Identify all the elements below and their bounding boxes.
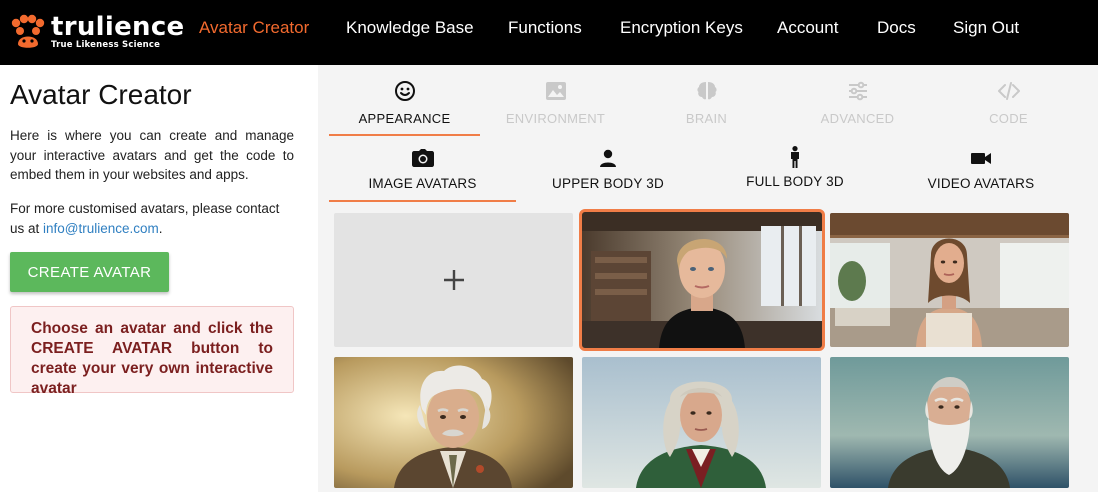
create-avatar-button[interactable]: CREATE AVATAR (10, 252, 169, 292)
tab-video-avatars[interactable]: VIDEO AVATARS (890, 137, 1072, 203)
avatar-portrait-image (830, 213, 1069, 347)
avatar-portrait-image (581, 211, 823, 349)
tab-full-body-3d[interactable]: FULL BODY 3D (700, 137, 890, 203)
tab-full-body-3d-label: FULL BODY 3D (746, 174, 844, 189)
page-title: Avatar Creator (10, 79, 192, 110)
image-icon (545, 82, 566, 100)
avatar-portrait-image (830, 357, 1069, 488)
tab-environment-label: ENVIRONMENT (505, 111, 606, 126)
brand-name: trulience (51, 12, 185, 43)
avatar-tile-long-hair-woman[interactable] (830, 213, 1069, 347)
tab-brain-label: BRAIN (685, 111, 728, 126)
avatar-tile-elderly-scientist-white-hair[interactable] (334, 357, 573, 488)
nav-functions[interactable]: Functions (508, 18, 582, 38)
tab-image-avatars[interactable]: IMAGE AVATARS (329, 137, 516, 203)
trulience-logo[interactable]: trulience True Likeness Science (10, 8, 184, 56)
brand-tagline: True Likeness Science (51, 40, 161, 51)
plus-icon (443, 270, 464, 290)
tab-code[interactable]: CODE (933, 65, 1084, 137)
left-panel: Avatar Creator Here is where you can cre… (0, 65, 318, 492)
paw-logo-icon (11, 14, 45, 48)
tab-advanced-label: ADVANCED (820, 111, 895, 126)
add-avatar-tile[interactable] (334, 213, 573, 347)
avatar-portrait-image (334, 357, 573, 488)
tab-code-label: CODE (989, 111, 1028, 126)
video-camera-icon (971, 153, 991, 164)
tab-appearance[interactable]: APPEARANCE (329, 65, 480, 137)
nav-avatar-creator[interactable]: Avatar Creator (199, 18, 309, 38)
sliders-icon (848, 81, 867, 101)
nav-encryption-keys[interactable]: Encryption Keys (620, 18, 743, 38)
intro-text: Here is where you can create and manage … (10, 128, 294, 182)
avatar-tile-historical-man-long-wig[interactable] (582, 357, 821, 488)
right-panel: APPEARANCE ENVIRONMENT BRAIN ADVANCED CO… (318, 65, 1098, 492)
tab-appearance-label: APPEARANCE (358, 111, 451, 126)
avatar-type-tab-indicator (329, 200, 516, 202)
person-standing-icon (791, 146, 799, 168)
contact-email-link[interactable]: info@trulience.com (43, 221, 159, 236)
nav-docs[interactable]: Docs (877, 18, 916, 38)
tab-brain[interactable]: BRAIN (631, 65, 782, 137)
avatar-tile-elderly-bearded-man[interactable] (830, 357, 1069, 488)
section-tab-indicator (329, 134, 480, 136)
smiley-icon (394, 81, 415, 101)
tab-environment[interactable]: ENVIRONMENT (480, 65, 631, 137)
nav-account[interactable]: Account (777, 18, 838, 38)
tab-image-avatars-label: IMAGE AVATARS (368, 176, 477, 191)
tab-upper-body-3d-label: UPPER BODY 3D (552, 176, 664, 191)
tab-advanced[interactable]: ADVANCED (782, 65, 933, 137)
top-nav-bar: trulience True Likeness Science Avatar C… (0, 0, 1098, 65)
nav-sign-out[interactable]: Sign Out (953, 18, 1019, 38)
code-icon (997, 82, 1020, 100)
tab-upper-body-3d[interactable]: UPPER BODY 3D (516, 137, 700, 203)
person-bust-icon (600, 149, 616, 167)
avatar-portrait-image (582, 357, 821, 488)
nav-knowledge-base[interactable]: Knowledge Base (346, 18, 474, 38)
camera-icon (411, 149, 434, 167)
contact-text: For more customised avatars, please cont… (10, 199, 294, 238)
tab-video-avatars-label: VIDEO AVATARS (927, 176, 1035, 191)
avatar-tile-short-hair-woman[interactable] (579, 209, 825, 351)
brain-icon (696, 82, 717, 100)
instruction-notice: Choose an avatar and click the CREATE AV… (10, 306, 294, 397)
contact-suffix: . (158, 220, 163, 236)
